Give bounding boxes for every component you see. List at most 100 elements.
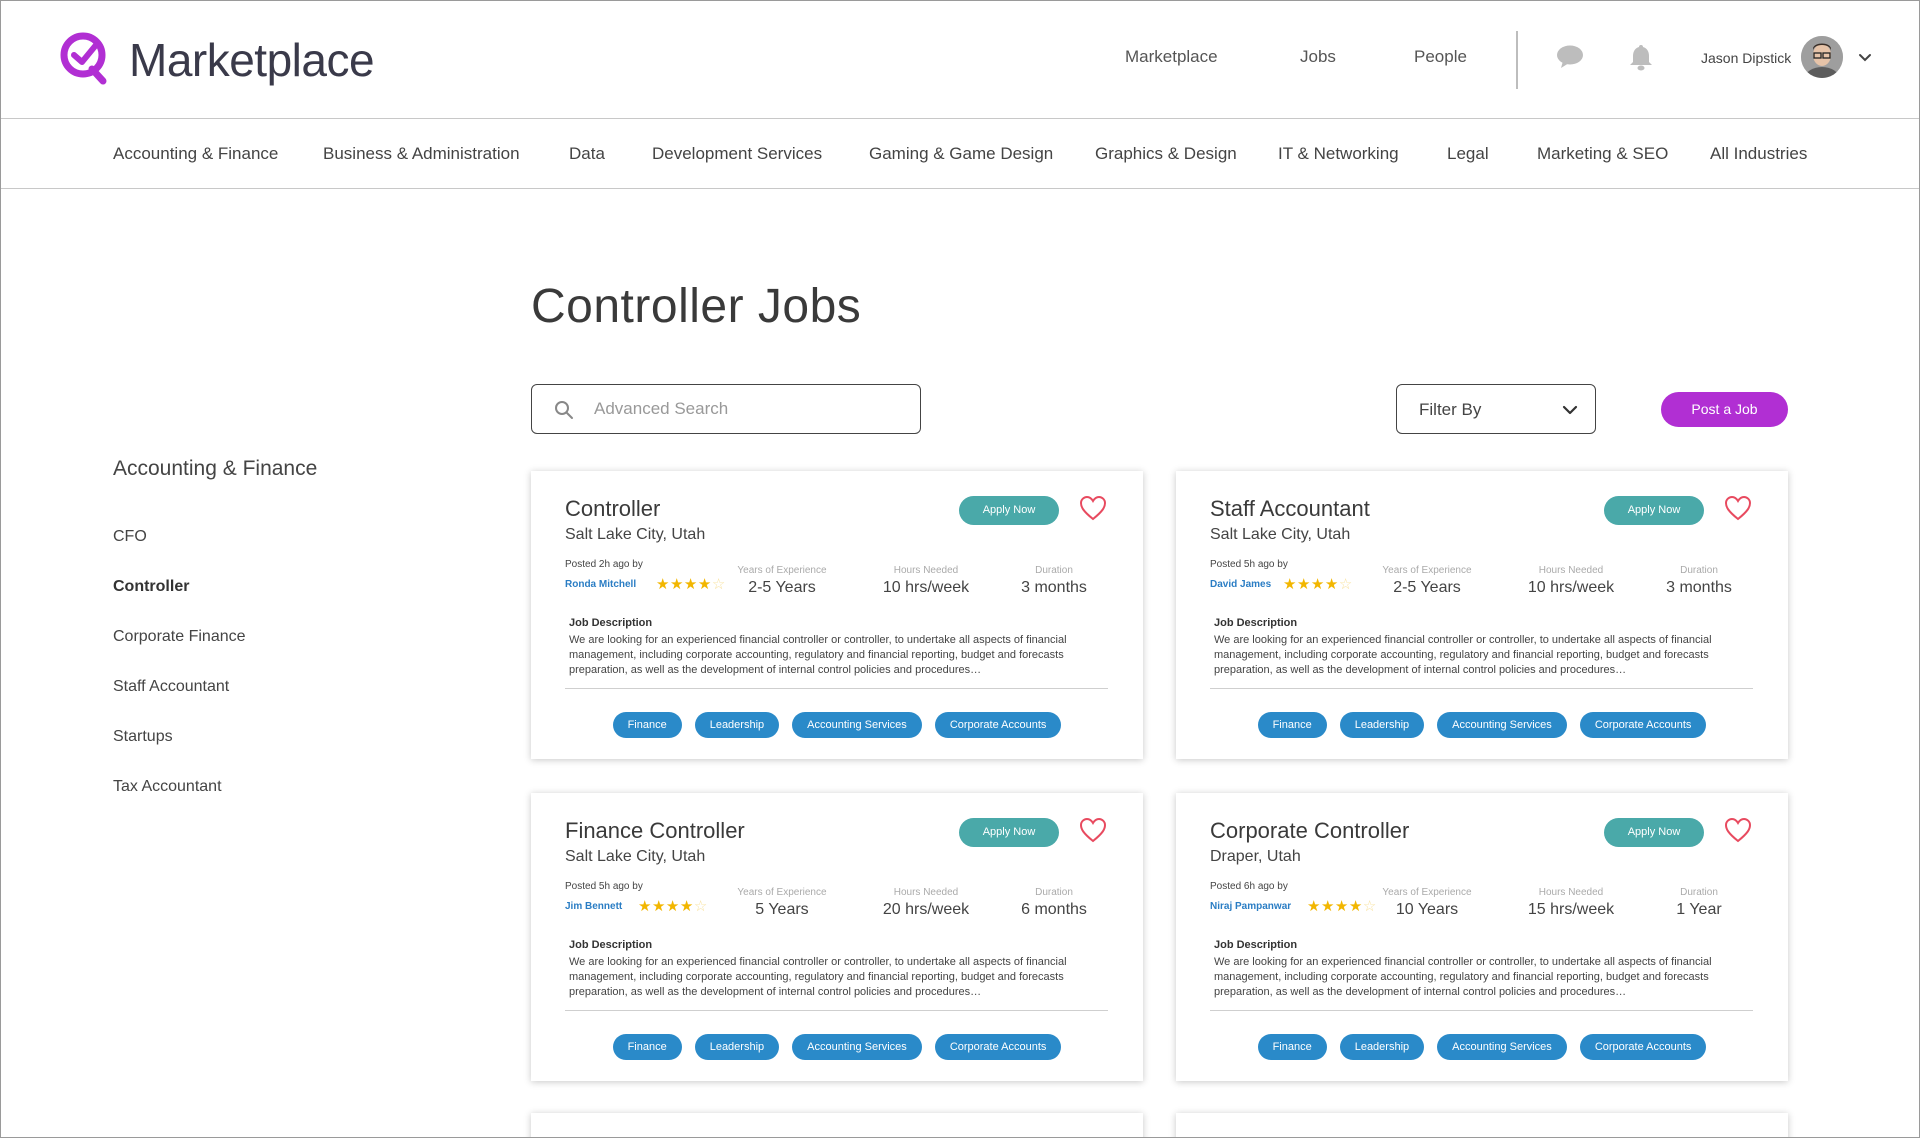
job-card[interactable]: Controller Salt Lake City, Utah Apply No… (531, 471, 1143, 759)
star-filled-icon: ★ (651, 898, 666, 915)
job-card[interactable]: Staff Accountant Salt Lake City, Utah Ap… (1176, 471, 1788, 759)
tag-chip[interactable]: Corporate Accounts (934, 1034, 1062, 1060)
brand-name[interactable]: Marketplace (129, 33, 375, 87)
star-filled-icon: ★ (697, 576, 712, 593)
topnav-marketplace[interactable]: Marketplace (1125, 47, 1218, 67)
sidebar-item-corporate-finance[interactable]: Corporate Finance (113, 628, 246, 646)
hours-value: 10 hrs/week (1527, 579, 1615, 596)
heart-icon[interactable] (1724, 817, 1752, 843)
duration-label: Duration (1035, 887, 1073, 898)
job-location: Salt Lake City, Utah (565, 526, 706, 543)
heart-icon[interactable] (1079, 495, 1107, 521)
star-filled-icon: ★ (656, 576, 670, 593)
tag-list: Finance Leadership Accounting Services Corp… (1176, 712, 1788, 738)
job-card[interactable]: Corporate Controller Draper, Utah Apply … (1176, 793, 1788, 1081)
apply-now-button[interactable]: Apply Now (1604, 818, 1704, 847)
page-title: Controller Jobs (531, 280, 862, 333)
apply-now-button[interactable]: Apply Now (1604, 496, 1704, 525)
star-filled-icon: ★ (638, 898, 652, 915)
posted-time: Posted 6h ago by (1210, 881, 1288, 892)
tag-chip[interactable]: Accounting Services (792, 1034, 922, 1060)
rating-stars: ★★★★☆ (1283, 575, 1353, 593)
topnav-jobs[interactable]: Jobs (1300, 47, 1336, 67)
industry-accounting-finance[interactable]: Accounting & Finance (113, 144, 278, 164)
sidebar-item-controller[interactable]: Controller (113, 578, 189, 596)
apply-now-button[interactable]: Apply Now (959, 496, 1059, 525)
tag-chip[interactable]: Corporate Accounts (934, 712, 1062, 738)
avatar[interactable] (1801, 36, 1843, 78)
header-divider (1516, 31, 1518, 89)
sidebar-item-tax-accountant[interactable]: Tax Accountant (113, 778, 222, 796)
tag-chip[interactable]: Finance (612, 1034, 682, 1060)
sidebar-item-staff-accountant[interactable]: Staff Accountant (113, 678, 229, 696)
card-divider (1210, 688, 1753, 689)
tag-chip[interactable]: Leadership (1339, 712, 1425, 738)
job-title[interactable]: Corporate Controller (1210, 818, 1409, 844)
years-label: Years of Experience (1382, 887, 1472, 898)
heart-icon[interactable] (1079, 817, 1107, 843)
industry-all-industries[interactable]: All Industries (1710, 144, 1807, 164)
industry-data[interactable]: Data (569, 144, 605, 164)
apply-now-button[interactable]: Apply Now (959, 818, 1059, 847)
marketplace-logo-icon[interactable] (59, 31, 111, 85)
tag-chip[interactable]: Leadership (694, 1034, 780, 1060)
tag-chip[interactable]: Corporate Accounts (1579, 712, 1707, 738)
tag-chip[interactable]: Finance (612, 712, 682, 738)
tag-chip[interactable]: Finance (1257, 712, 1327, 738)
tag-chip[interactable]: Leadership (694, 712, 780, 738)
search-input[interactable] (594, 395, 904, 423)
duration-label: Duration (1680, 887, 1718, 898)
job-title[interactable]: Staff Accountant (1210, 496, 1370, 522)
duration-value: 6 months (1021, 901, 1087, 918)
job-description-text: We are looking for an experienced financ… (569, 634, 1067, 676)
sidebar-item-startups[interactable]: Startups (113, 728, 173, 746)
industry-legal[interactable]: Legal (1447, 144, 1489, 164)
industry-graphics-design[interactable]: Graphics & Design (1095, 144, 1237, 164)
industry-business-administration[interactable]: Business & Administration (323, 144, 520, 164)
hours-value: 15 hrs/week (1527, 901, 1615, 918)
poster-name[interactable]: Jim Bennett (565, 901, 622, 912)
tag-list: Finance Leadership Accounting Services Corp… (1176, 1034, 1788, 1060)
duration-label: Duration (1680, 565, 1718, 576)
duration-value: 3 months (1666, 579, 1732, 596)
topnav-people[interactable]: People (1414, 47, 1467, 67)
tag-chip[interactable]: Corporate Accounts (1579, 1034, 1707, 1060)
sidebar-item-cfo[interactable]: CFO (113, 528, 147, 546)
hours-label: Hours Needed (893, 887, 959, 898)
industry-gaming-game-design[interactable]: Gaming & Game Design (869, 144, 1053, 164)
filter-select[interactable]: Filter By (1396, 384, 1596, 434)
job-description-text: We are looking for an experienced financ… (569, 956, 1067, 998)
user-photo-icon (1801, 36, 1843, 78)
star-filled-icon: ★ (1320, 898, 1335, 915)
job-description-text: We are looking for an experienced financ… (1214, 634, 1712, 676)
post-a-job-button[interactable]: Post a Job (1661, 392, 1788, 427)
job-card[interactable]: Finance Controller Salt Lake City, Utah … (531, 793, 1143, 1081)
poster-name[interactable]: Niraj Pampanwar (1210, 901, 1291, 912)
tag-chip[interactable]: Accounting Services (1437, 712, 1567, 738)
tag-chip[interactable]: Accounting Services (792, 712, 922, 738)
years-label: Years of Experience (1382, 565, 1472, 576)
star-filled-icon: ★ (679, 898, 694, 915)
job-title[interactable]: Finance Controller (565, 818, 745, 844)
tag-chip[interactable]: Leadership (1339, 1034, 1425, 1060)
sidebar-title: Accounting & Finance (113, 457, 318, 480)
poster-name[interactable]: Ronda Mitchell (565, 579, 636, 590)
card-divider (1210, 1010, 1753, 1011)
star-empty-icon: ☆ (1338, 576, 1353, 593)
tag-list: Finance Leadership Accounting Services Corp… (531, 712, 1143, 738)
job-title[interactable]: Controller (565, 496, 660, 522)
industry-development-services[interactable]: Development Services (652, 144, 822, 164)
bell-icon[interactable] (1627, 43, 1655, 71)
user-name[interactable]: Jason Dipstick (1701, 50, 1791, 66)
tag-chip[interactable]: Finance (1257, 1034, 1327, 1060)
heart-icon[interactable] (1724, 495, 1752, 521)
poster-name[interactable]: David James (1210, 579, 1271, 590)
chevron-down-icon[interactable] (1858, 51, 1872, 65)
chat-bubble-icon[interactable] (1556, 43, 1584, 71)
tag-chip[interactable]: Accounting Services (1437, 1034, 1567, 1060)
star-empty-icon: ☆ (693, 898, 708, 915)
years-value: 2-5 Years (748, 579, 816, 596)
industry-it-networking[interactable]: IT & Networking (1278, 144, 1399, 164)
industry-marketing-seo[interactable]: Marketing & SEO (1537, 144, 1668, 164)
job-description-label: Job Description (569, 939, 653, 951)
